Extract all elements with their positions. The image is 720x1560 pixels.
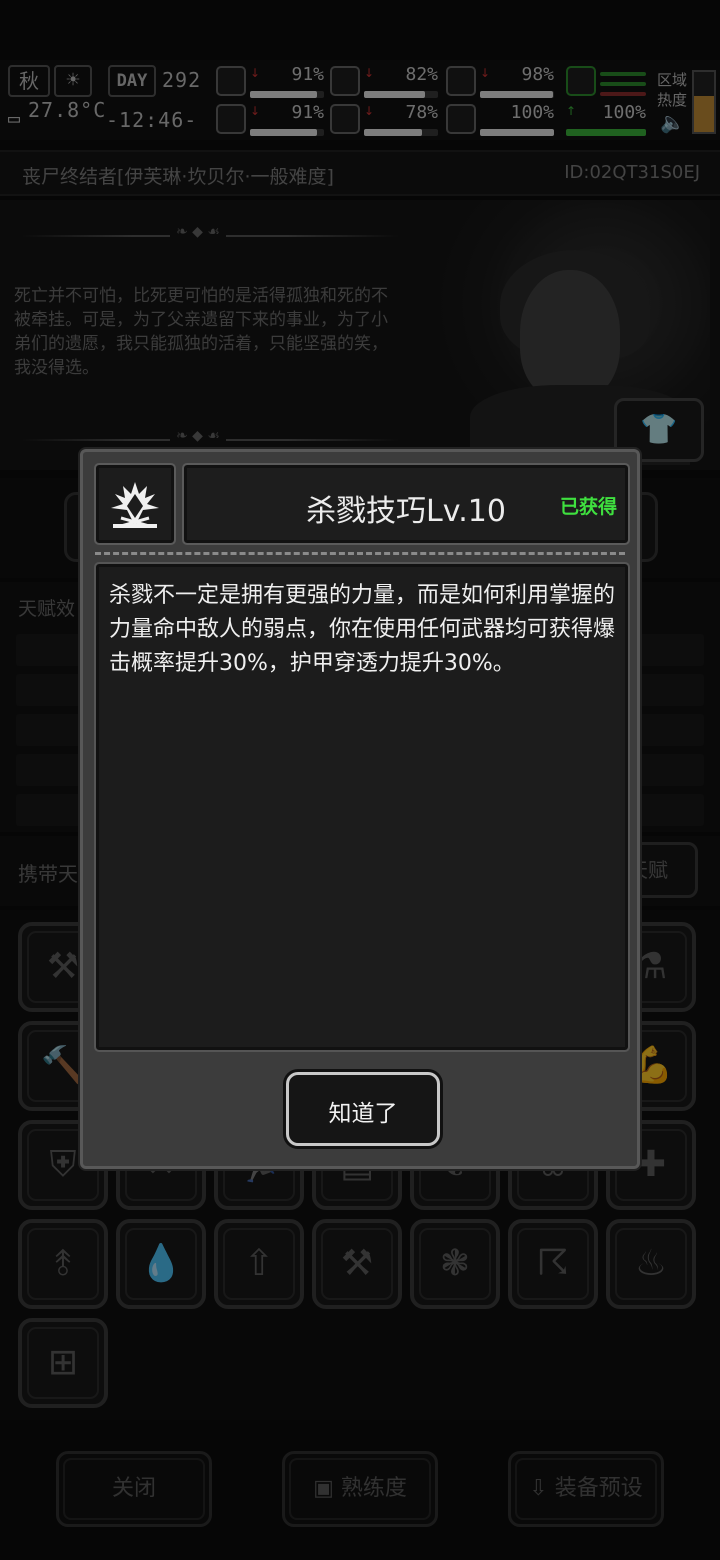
got-it-label: 知道了 [328,1101,398,1127]
skill-description-frame: 杀戮不一定是拥有更强的力量，而是如何利用掌握的力量命中敌人的弱点，你在使用任何武… [94,562,630,1052]
skill-icon-frame [94,463,176,545]
dashed-divider [95,552,625,555]
skill-description: 杀戮不一定是拥有更强的力量，而是如何利用掌握的力量命中敌人的弱点，你在使用任何武… [109,583,616,676]
crown-blade-icon [111,482,159,528]
acquired-status: 已获得 [559,496,617,518]
skill-detail-dialog: 杀戮技巧Lv.10 已获得 杀戮不一定是拥有更强的力量，而是如何利用掌握的力量命… [80,449,640,1169]
skill-title-frame: 杀戮技巧Lv.10 已获得 [182,463,630,545]
got-it-button[interactable]: 知道了 [286,1072,440,1146]
